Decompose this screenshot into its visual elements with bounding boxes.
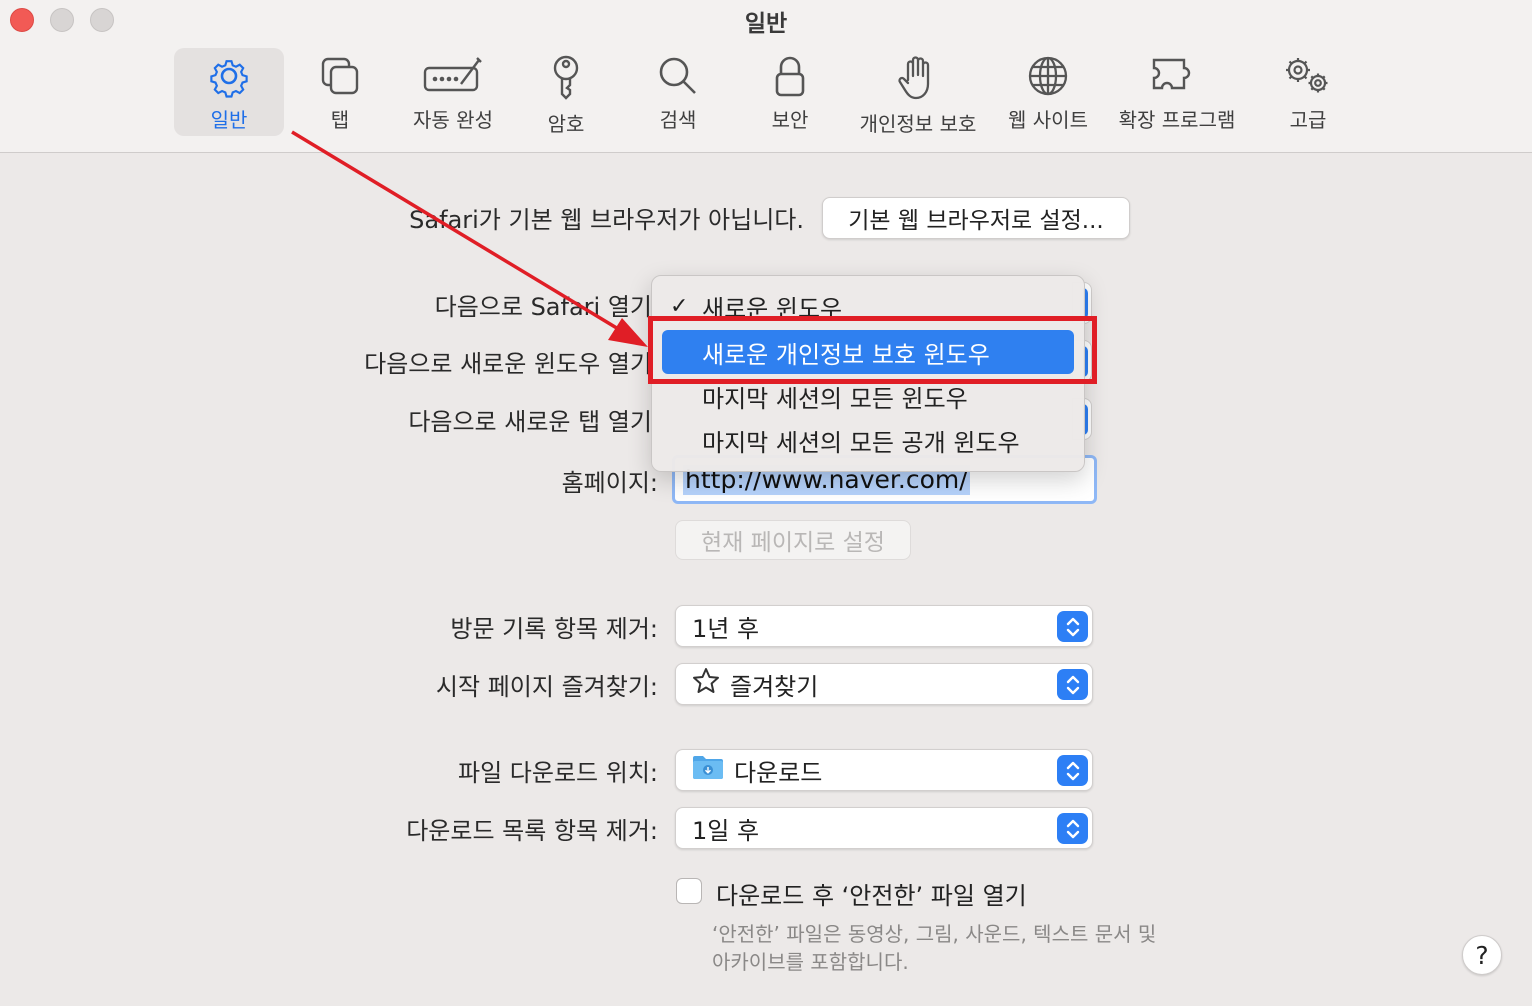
download-location-popup[interactable]: 다운로드 [675,749,1093,791]
stepper-icon [1057,611,1088,642]
open-safe-files-checkbox[interactable] [676,878,702,904]
remove-history-label: 방문 기록 항목 제거: [450,615,658,643]
folder-icon [692,753,724,787]
menu-item-all-windows-last-session[interactable]: 마지막 세션의 모든 윈도우 [662,374,1074,418]
tab-label: 보안 [771,108,809,132]
remove-downloads-value: 1일 후 [692,816,760,845]
open-with-label: 다음으로 Safari 열기 [434,293,652,321]
tab-label: 고급 [1289,108,1327,132]
tab-privacy[interactable]: 개인정보 보호 [855,48,981,136]
tab-websites[interactable]: 웹 사이트 [1004,48,1092,136]
menu-item-new-private-window[interactable]: 새로운 개인정보 보호 윈도우 [662,330,1074,374]
set-current-page-button[interactable]: 현재 페이지로 설정 [675,520,911,560]
safe-files-note-line1: ‘안전한’ 파일은 동영상, 그림, 사운드, 텍스트 문서 및 [712,922,1157,946]
menu-item-label: 마지막 세션의 모든 윈도우 [702,384,968,413]
tab-label: 확장 프로그램 [1118,108,1236,132]
tabs-icon [318,48,362,102]
tab-passwords[interactable]: 암호 [526,48,606,136]
remove-downloads-label: 다운로드 목록 항목 제거: [406,817,658,845]
new-tab-label: 다음으로 새로운 탭 열기 [408,408,652,436]
autofill-icon [421,48,485,102]
remove-history-value: 1년 후 [692,614,760,643]
tab-extensions[interactable]: 확장 프로그램 [1114,48,1240,136]
favorites-popup[interactable]: 즐겨찾기 [675,663,1093,705]
hand-icon [896,48,940,106]
stepper-icon [1057,755,1088,786]
tab-security[interactable]: 보안 [750,48,830,136]
safe-files-note-line2: 아카이브를 포함합니다. [712,950,909,974]
homepage-label: 홈페이지: [561,469,658,497]
gears-icon [1280,48,1336,102]
new-window-label: 다음으로 새로운 윈도우 열기 [364,350,652,378]
search-icon [656,48,700,102]
menu-item-label: 새로운 윈도우 [702,294,843,323]
menu-item-new-window[interactable]: ✓ 새로운 윈도우 [662,284,1074,328]
default-browser-message: Safari가 기본 웹 브라우저가 아닙니다. [409,206,804,234]
menu-item-all-public-windows-last-session[interactable]: 마지막 세션의 모든 공개 윈도우 [662,418,1074,462]
window-title: 일반 [744,11,788,37]
remove-downloads-popup[interactable]: 1일 후 [675,807,1093,849]
help-button[interactable]: ? [1462,935,1502,975]
lock-icon [768,48,812,102]
tab-label: 암호 [547,112,585,136]
favorites-value: 즐겨찾기 [730,672,819,701]
download-location-value: 다운로드 [734,758,823,787]
stepper-icon [1057,813,1088,844]
safe-files-note: ‘안전한’ 파일은 동영상, 그림, 사운드, 텍스트 문서 및 아카이브를 포… [712,920,1156,976]
tab-label: 일반 [210,108,248,132]
preferences-toolbar: 일반 일반 탭 자동 완성 암호 검색 보안 개인정보 보호 웹 사이트 확장 … [0,0,1532,153]
puzzle-icon [1150,48,1204,102]
star-icon [692,667,720,701]
tab-search[interactable]: 검색 [638,48,718,136]
favorites-label: 시작 페이지 즐겨찾기: [435,673,658,701]
gear-icon [207,48,251,102]
globe-icon [1026,48,1070,102]
stepper-icon [1057,669,1088,700]
tab-label: 자동 완성 [413,108,493,132]
tab-label: 웹 사이트 [1008,108,1088,132]
checkmark-icon: ✓ [670,293,689,319]
tab-label: 개인정보 보호 [859,112,977,136]
tab-autofill[interactable]: 자동 완성 [400,48,506,136]
set-default-browser-button[interactable]: 기본 웹 브라우저로 설정... [822,197,1130,239]
tab-label: 탭 [330,108,350,132]
open-safe-files-label: 다운로드 후 ‘안전한’ 파일 열기 [716,882,1027,910]
new-window-dropdown-menu: ✓ 새로운 윈도우 새로운 개인정보 보호 윈도우 마지막 세션의 모든 윈도우… [651,275,1085,472]
tab-advanced[interactable]: 고급 [1268,48,1348,136]
remove-history-popup[interactable]: 1년 후 [675,605,1093,647]
tab-tabs[interactable]: 탭 [300,48,380,136]
tab-general[interactable]: 일반 [174,48,284,136]
tab-label: 검색 [659,108,697,132]
safari-preferences-window: 일반 일반 탭 자동 완성 암호 검색 보안 개인정보 보호 웹 사이트 확장 … [0,0,1532,1006]
menu-item-label: 마지막 세션의 모든 공개 윈도우 [702,428,1020,457]
key-icon [544,48,588,106]
download-location-label: 파일 다운로드 위치: [458,759,658,787]
menu-item-label: 새로운 개인정보 보호 윈도우 [702,340,990,369]
